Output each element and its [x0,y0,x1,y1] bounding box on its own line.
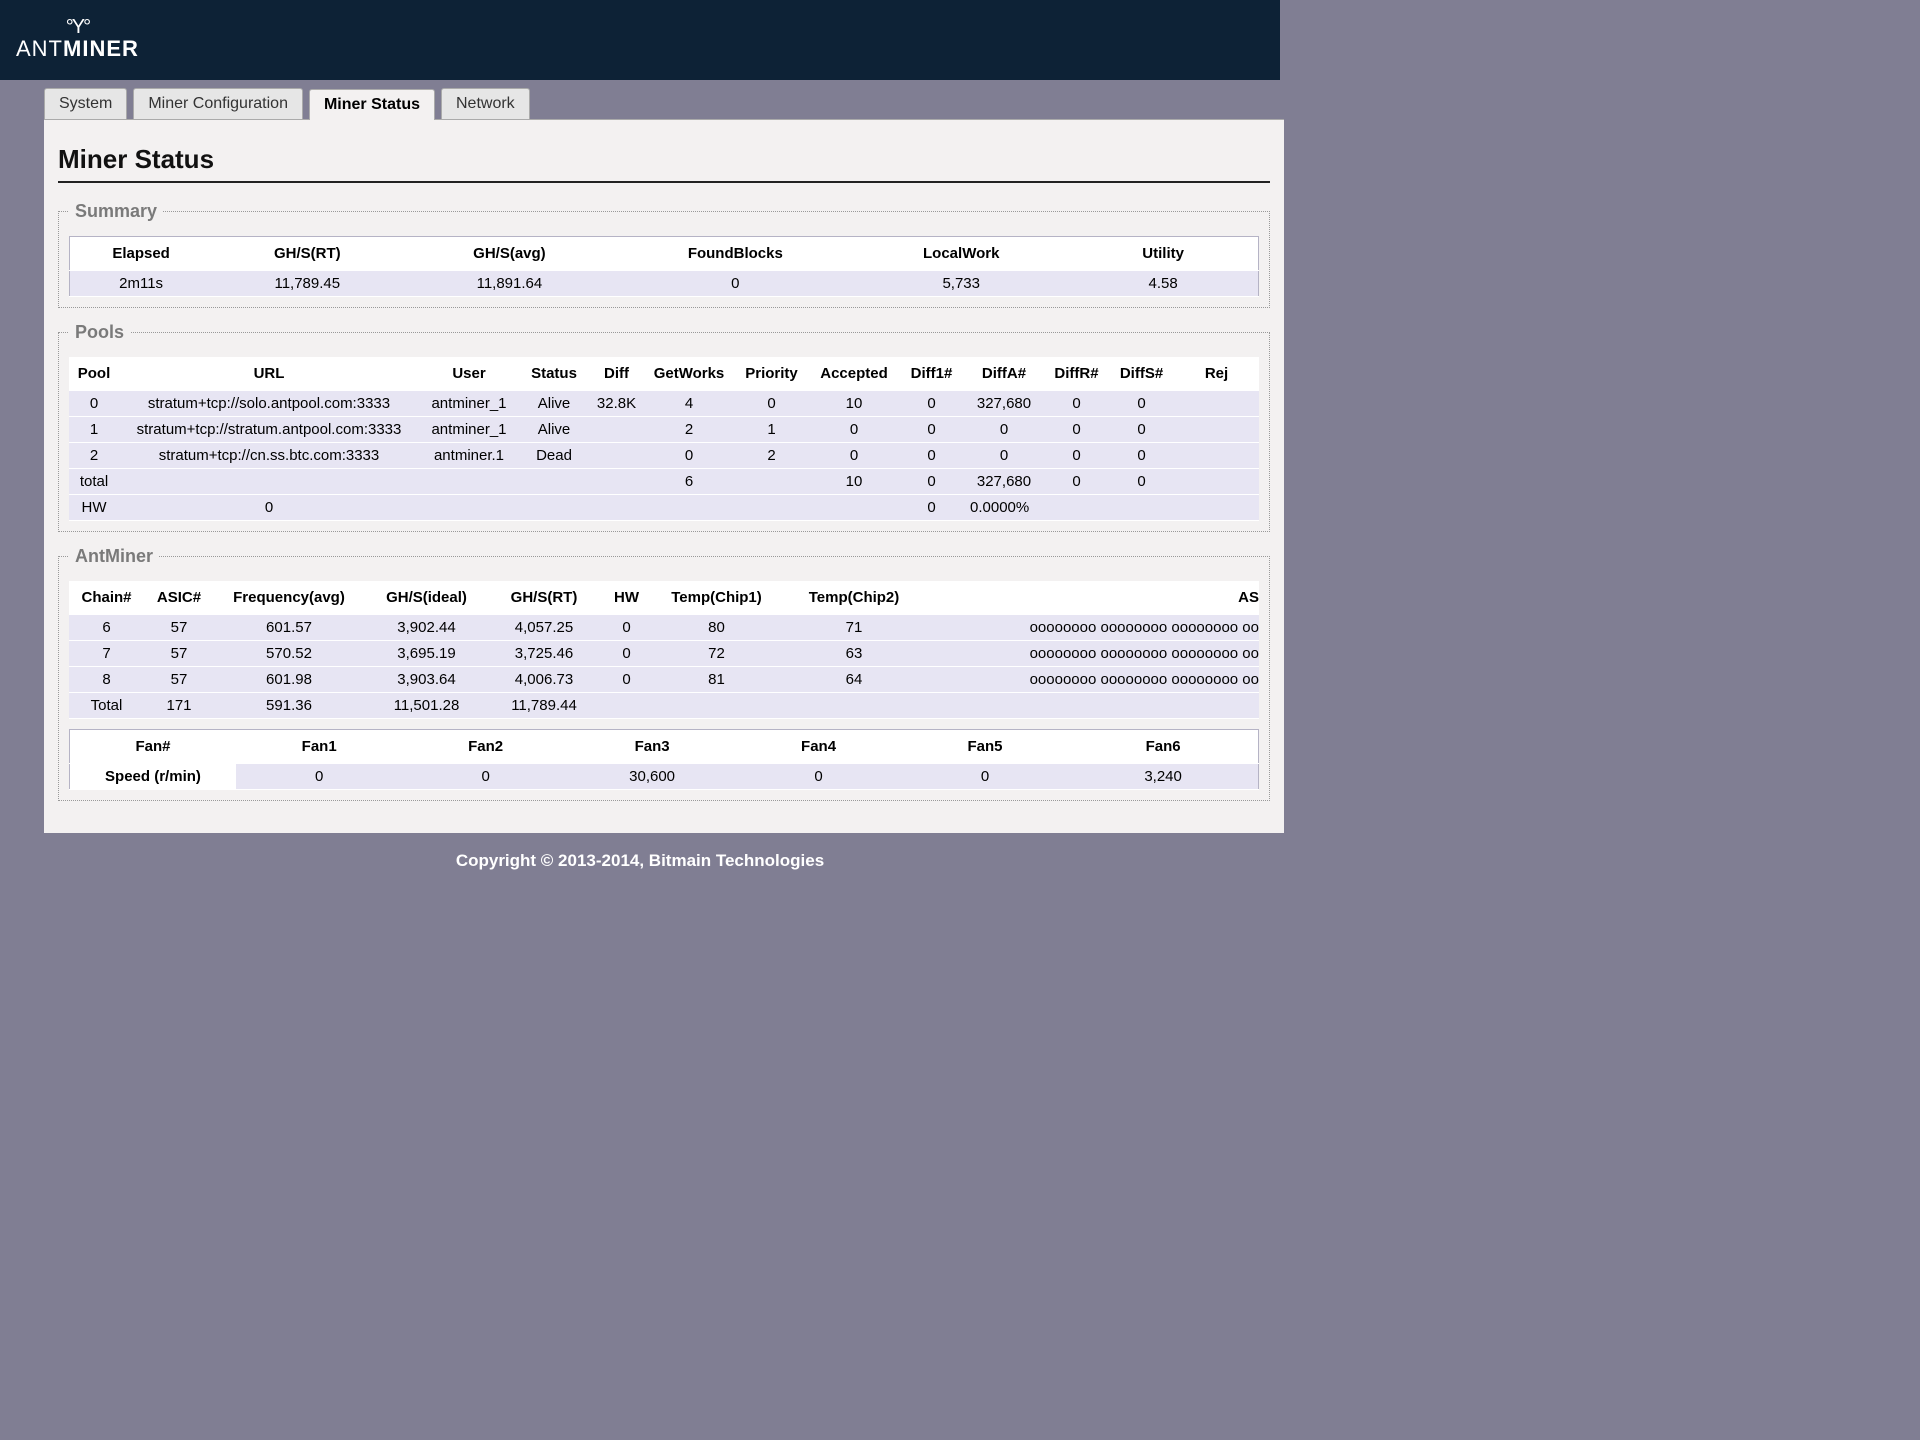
logo-antenna-icon: °Y° [66,18,89,36]
fan2-val: 0 [402,764,568,790]
col-temp1: Temp(Chip1) [654,581,779,615]
val-found-blocks: 0 [616,271,854,297]
col-getworks: GetWorks [644,357,734,391]
col-fan2: Fan2 [402,730,568,764]
col-local-work: LocalWork [854,237,1068,271]
summary-section: Summary Elapsed GH/S(RT) GH/S(avg) Found… [58,201,1270,308]
antminer-table: Chain# ASIC# Frequency(avg) GH/S(ideal) … [69,581,1259,719]
col-diffa: DiffA# [964,357,1044,391]
tab-system[interactable]: System [44,88,127,119]
brand-thin: ANT [16,36,63,61]
col-ghs-rt: GH/S(RT) [212,237,402,271]
col-diffs: DiffS# [1109,357,1174,391]
val-elapsed: 2m11s [70,271,213,297]
summary-legend: Summary [69,201,163,222]
col-fan1: Fan1 [236,730,402,764]
pool-total-row: total 6 10 0 327,680 0 0 [69,469,1259,495]
val-local-work: 5,733 [854,271,1068,297]
col-asic: ASIC# [144,581,214,615]
page-title: Miner Status [58,144,1270,175]
col-fan-label: Fan# [70,730,236,764]
header-bar: °Y° ANTMINER [0,0,1280,80]
summary-table: Elapsed GH/S(RT) GH/S(avg) FoundBlocks L… [69,236,1259,297]
col-diff: Diff [589,357,644,391]
col-chain: Chain# [69,581,144,615]
summary-row: 2m11s 11,789.45 11,891.64 0 5,733 4.58 [70,271,1259,297]
fan4-val: 0 [735,764,901,790]
col-ghs-ideal: GH/S(ideal) [364,581,489,615]
val-ghs-rt: 11,789.45 [212,271,402,297]
col-elapsed: Elapsed [70,237,213,271]
col-utility: Utility [1068,237,1258,271]
col-user: User [419,357,519,391]
tab-miner-status[interactable]: Miner Status [309,89,435,120]
pool-hw-row: HW 0 0 0.0000% [69,495,1259,521]
fans-table: Fan# Fan1 Fan2 Fan3 Fan4 Fan5 Fan6 Speed… [69,729,1259,790]
col-url: URL [119,357,419,391]
col-status: Status [519,357,589,391]
fans-row: Speed (r/min) 0 0 30,600 0 0 3,240 [70,764,1259,790]
pool-row: 1 stratum+tcp://stratum.antpool.com:3333… [69,417,1259,443]
col-hw: HW [599,581,654,615]
col-temp2: Temp(Chip2) [779,581,929,615]
pool-row: 2 stratum+tcp://cn.ss.btc.com:3333 antmi… [69,443,1259,469]
chain-row: 7 57 570.52 3,695.19 3,725.46 0 72 63 oo… [69,641,1259,667]
val-ghs-avg: 11,891.64 [402,271,616,297]
summary-header-row: Elapsed GH/S(RT) GH/S(avg) FoundBlocks L… [70,237,1259,271]
copyright-footer: Copyright © 2013-2014, Bitmain Technolog… [0,833,1280,889]
title-divider [58,181,1270,183]
col-fan5: Fan5 [902,730,1068,764]
col-pool: Pool [69,357,119,391]
pools-table: Pool URL User Status Diff GetWorks Prior… [69,357,1259,521]
fan1-val: 0 [236,764,402,790]
col-freq: Frequency(avg) [214,581,364,615]
col-fan4: Fan4 [735,730,901,764]
col-rej: Rej [1174,357,1259,391]
col-fan3: Fan3 [569,730,735,764]
fans-header-row: Fan# Fan1 Fan2 Fan3 Fan4 Fan5 Fan6 [70,730,1259,764]
antminer-section: AntMiner Chain# ASIC# Frequency(avg) GH/… [58,546,1270,801]
pool-row: 0 stratum+tcp://solo.antpool.com:3333 an… [69,391,1259,417]
col-diffr: DiffR# [1044,357,1109,391]
content-panel: Miner Status Summary Elapsed GH/S(RT) GH… [44,119,1284,833]
col-diff1: Diff1# [899,357,964,391]
chain-row: 8 57 601.98 3,903.64 4,006.73 0 81 64 oo… [69,667,1259,693]
tab-miner-configuration[interactable]: Miner Configuration [133,88,303,119]
col-accepted: Accepted [809,357,899,391]
pools-header-row: Pool URL User Status Diff GetWorks Prior… [69,357,1259,391]
brand-bold: MINER [63,36,139,61]
antminer-legend: AntMiner [69,546,159,567]
pools-legend: Pools [69,322,130,343]
fan5-val: 0 [902,764,1068,790]
col-priority: Priority [734,357,809,391]
val-utility: 4.58 [1068,271,1258,297]
fan3-val: 30,600 [569,764,735,790]
antminer-header-row: Chain# ASIC# Frequency(avg) GH/S(ideal) … [69,581,1259,615]
col-ghs-rt2: GH/S(RT) [489,581,599,615]
col-fan6: Fan6 [1068,730,1258,764]
chain-row: 6 57 601.57 3,902.44 4,057.25 0 80 71 oo… [69,615,1259,641]
col-ghs-avg: GH/S(avg) [402,237,616,271]
nav-tabs: System Miner Configuration Miner Status … [0,80,1280,119]
pools-section: Pools Pool URL User Status Diff GetWorks… [58,322,1270,532]
antminer-logo: °Y° ANTMINER [16,18,139,62]
col-found-blocks: FoundBlocks [616,237,854,271]
col-asic-status: AS [929,581,1259,615]
tab-network[interactable]: Network [441,88,530,119]
chain-total-row: Total 171 591.36 11,501.28 11,789.44 [69,693,1259,719]
fan-row-label: Speed (r/min) [70,764,236,790]
fan6-val: 3,240 [1068,764,1258,790]
